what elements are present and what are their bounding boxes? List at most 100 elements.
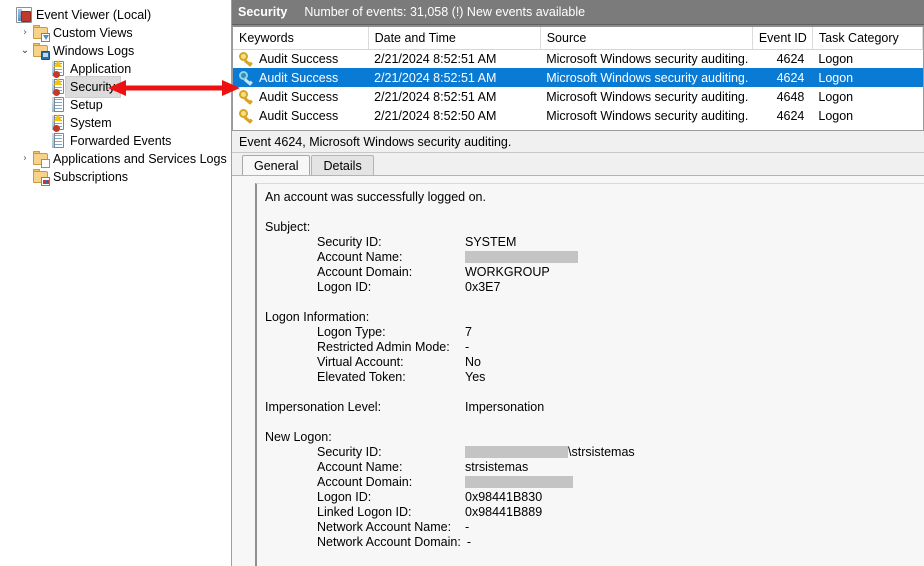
section-heading: New Logon: bbox=[265, 430, 924, 445]
audit-success-key-icon bbox=[239, 70, 253, 85]
event-task-category-cell: Logon bbox=[818, 89, 854, 104]
tree-item-custom-views[interactable]: › Custom Views bbox=[0, 24, 231, 42]
detail-field-value: \strsistemas bbox=[465, 445, 635, 460]
event-list[interactable]: Keywords Date and Time Source Event ID Task … bbox=[232, 25, 924, 131]
section-heading-value: Impersonation bbox=[465, 400, 545, 414]
detail-field-row: Logon ID: 0x98441B830 bbox=[265, 490, 924, 505]
tree-item-application[interactable]: Application bbox=[0, 60, 231, 78]
event-keywords-text: Audit Success bbox=[259, 89, 339, 104]
event-row[interactable]: Audit Success 2/21/2024 8:52:51 AM Microso… bbox=[233, 68, 923, 87]
detail-field-label: Security ID: bbox=[317, 445, 382, 459]
detail-field-row: Network Account Name: - bbox=[265, 520, 924, 535]
tree-item-forwarded-events[interactable]: Forwarded Events bbox=[0, 132, 231, 150]
tree-twisty-icon[interactable]: ⌄ bbox=[17, 42, 33, 60]
event-row[interactable]: Audit Success 2/21/2024 8:52:50 AM Microso… bbox=[233, 106, 923, 125]
redaction-bar bbox=[465, 251, 578, 263]
tree-twisty-icon[interactable]: › bbox=[17, 24, 33, 42]
detail-field-label: Elevated Token: bbox=[317, 370, 406, 384]
tree-twisty-icon[interactable]: › bbox=[17, 150, 33, 168]
column-header-event-id[interactable]: Event ID bbox=[752, 27, 813, 50]
section-heading: Subject: bbox=[265, 220, 924, 235]
event-task-category-cell: Logon bbox=[818, 108, 854, 123]
detail-field-value: 0x98441B889 bbox=[465, 505, 543, 519]
event-row[interactable]: Audit Success 2/21/2024 8:52:51 AM Microso… bbox=[233, 87, 923, 106]
event-table-header-row[interactable]: Keywords Date and Time Source Event ID Task … bbox=[233, 27, 923, 50]
section-heading-label: Impersonation Level: bbox=[265, 400, 382, 414]
log-title: Security bbox=[238, 5, 288, 19]
tree-item-event-viewer-local[interactable]: Event Viewer (Local) bbox=[0, 6, 231, 24]
detail-tabs[interactable]: General Details bbox=[232, 153, 924, 175]
tree-item-windows-logs[interactable]: ⌄ Windows Logs bbox=[0, 42, 231, 60]
event-row[interactable]: Audit Success 2/21/2024 8:52:51 AM Microso… bbox=[233, 49, 923, 68]
tree-item-label: Application bbox=[70, 62, 132, 76]
detail-field-value: strsistemas bbox=[465, 460, 529, 474]
folder-subs-icon bbox=[33, 169, 50, 186]
column-header-task-category[interactable]: Task Category bbox=[812, 27, 923, 50]
console-tree-pane[interactable]: Event Viewer (Local) › Custom Views ⌄ Window… bbox=[0, 0, 231, 566]
redaction-bar bbox=[465, 446, 568, 458]
column-header-source[interactable]: Source bbox=[540, 27, 753, 50]
folder-funnel-icon bbox=[33, 25, 50, 42]
audit-success-key-icon bbox=[239, 108, 253, 123]
detail-field-label: Account Domain: bbox=[317, 265, 413, 279]
event-keywords-text: Audit Success bbox=[259, 108, 339, 123]
detail-field-value: SYSTEM bbox=[465, 235, 517, 249]
event-id-cell: 4624 bbox=[752, 68, 813, 87]
tree-item-label: System bbox=[70, 116, 112, 130]
detail-field-row: Network Account Domain: - bbox=[265, 535, 924, 550]
event-datetime-cell: 2/21/2024 8:52:51 AM bbox=[374, 89, 497, 104]
event-datetime-cell: 2/21/2024 8:52:51 AM bbox=[368, 68, 541, 87]
log-warn-icon bbox=[50, 60, 66, 78]
detail-field-label: Network Account Domain: bbox=[317, 535, 461, 549]
section-heading: Logon Information: bbox=[265, 310, 924, 325]
detail-field-label: Logon ID: bbox=[317, 280, 372, 294]
detail-field-row: Account Name: strsistemas bbox=[265, 460, 924, 475]
event-keywords-cell: Audit Success bbox=[233, 49, 368, 68]
tree-item-applications-and-services-logs[interactable]: › Applications and Services Logs bbox=[0, 150, 231, 168]
event-id-cell: 4624 bbox=[776, 51, 805, 66]
detail-field-row: Security ID: \strsistemas bbox=[265, 445, 924, 460]
event-detail-title-text: Event 4624, Microsoft Windows security a… bbox=[239, 134, 512, 149]
log-warn-icon bbox=[50, 78, 66, 96]
tree-item-label: Windows Logs bbox=[53, 44, 135, 58]
event-table[interactable]: Keywords Date and Time Source Event ID Task … bbox=[233, 27, 923, 125]
column-header-date-and-time[interactable]: Date and Time bbox=[368, 27, 541, 50]
detail-field-value: - bbox=[466, 535, 471, 549]
event-task-category-cell: Logon bbox=[812, 68, 923, 87]
tree-item-label: Custom Views bbox=[53, 26, 133, 40]
event-table-body[interactable]: Audit Success 2/21/2024 8:52:51 AM Microso… bbox=[233, 49, 923, 125]
detail-field-label: Account Name: bbox=[317, 460, 403, 474]
log-event-count: Number of events: 31,058 (!) New events … bbox=[304, 5, 586, 19]
detail-field-label: Account Name: bbox=[317, 250, 403, 264]
tab-general[interactable]: General bbox=[242, 155, 311, 175]
detail-field-row: Account Name: bbox=[265, 250, 924, 265]
detail-field-label: Security ID: bbox=[317, 235, 382, 249]
event-detail-title: Event 4624, Microsoft Windows security a… bbox=[232, 131, 924, 153]
tree-item-setup[interactable]: Setup bbox=[0, 96, 231, 114]
detail-field-row: Security ID: SYSTEM bbox=[265, 235, 924, 250]
event-description-box[interactable]: An account was successfully logged on. Su… bbox=[255, 183, 924, 566]
detail-field-value: - bbox=[465, 340, 470, 354]
log-header-bar: Security Number of events: 31,058 (!) Ne… bbox=[232, 0, 924, 25]
detail-field-value: 0x3E7 bbox=[465, 280, 501, 294]
tab-details[interactable]: Details bbox=[311, 155, 374, 175]
event-keywords-cell: Audit Success bbox=[233, 106, 368, 125]
event-keywords-text: Audit Success bbox=[259, 70, 339, 85]
tree-item-label: Forwarded Events bbox=[70, 134, 172, 148]
tree-item-label: Subscriptions bbox=[53, 170, 129, 184]
tree-item-security[interactable]: Security bbox=[0, 76, 231, 98]
event-source-cell: Microsoft Windows security auditing. bbox=[546, 108, 749, 123]
detail-field-row: Restricted Admin Mode: - bbox=[265, 340, 924, 355]
event-datetime-cell: 2/21/2024 8:52:51 AM bbox=[374, 51, 497, 66]
event-datetime-cell: 2/21/2024 8:52:50 AM bbox=[374, 108, 497, 123]
event-task-category-cell: Logon bbox=[818, 51, 854, 66]
tree-item-system[interactable]: System bbox=[0, 114, 231, 132]
tree-item-subscriptions[interactable]: Subscriptions bbox=[0, 168, 231, 186]
detail-field-label: Network Account Name: bbox=[317, 520, 452, 534]
column-header-keywords[interactable]: Keywords bbox=[233, 27, 369, 50]
detail-field-row: Linked Logon ID: 0x98441B889 bbox=[265, 505, 924, 520]
console-tree[interactable]: Event Viewer (Local) › Custom Views ⌄ Window… bbox=[0, 6, 231, 186]
audit-success-key-icon bbox=[239, 89, 253, 104]
log-plain-icon bbox=[50, 133, 66, 149]
log-pane: Security Number of events: 31,058 (!) Ne… bbox=[231, 0, 924, 566]
